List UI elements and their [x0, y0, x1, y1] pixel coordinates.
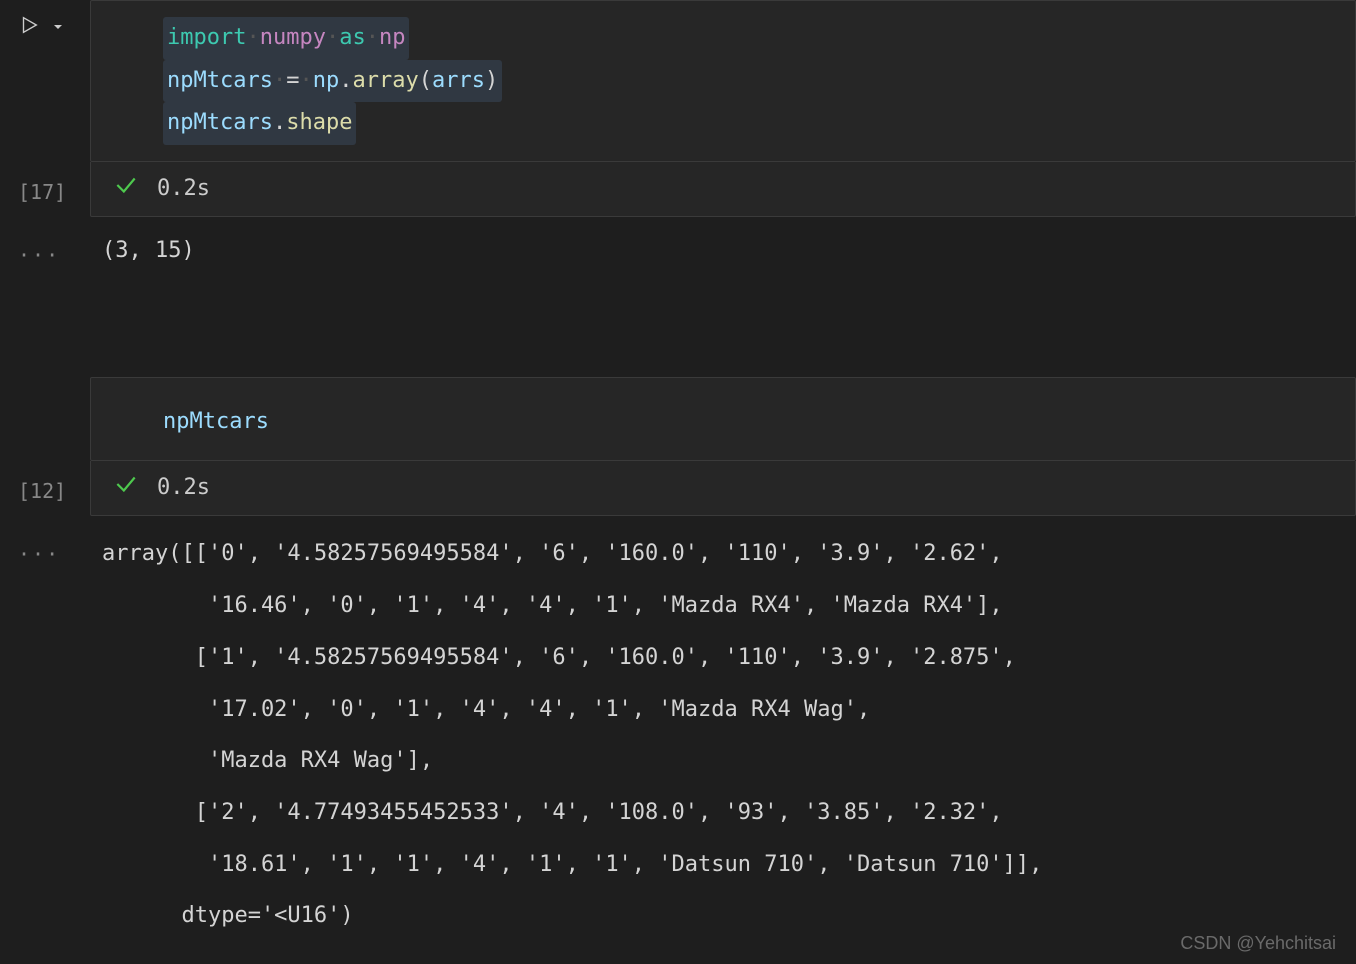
cell-2-gutter-controls	[0, 377, 90, 391]
ellipsis-icon[interactable]: ···	[18, 235, 60, 267]
cell-spacer	[0, 337, 1356, 377]
cell-1: import·numpy·as·np npMtcars·=·np.array(a…	[0, 0, 1356, 337]
namespace: np	[313, 68, 340, 93]
variable: npMtcars	[167, 68, 273, 93]
cell-1-code-editor[interactable]: import·numpy·as·np npMtcars·=·np.array(a…	[90, 0, 1356, 162]
cell-2-code-editor[interactable]: npMtcars	[90, 377, 1356, 462]
cell-2: npMtcars [12] 0.2s ··· array([['0', '4.5…	[0, 377, 1356, 962]
cell-2-output-gutter: ···	[0, 516, 90, 566]
function-call: array	[352, 68, 418, 93]
keyword-import: import	[167, 25, 246, 50]
notebook: import·numpy·as·np npMtcars·=·np.array(a…	[0, 0, 1356, 962]
variable: npMtcars	[167, 110, 273, 135]
operator-equals: =	[286, 68, 299, 93]
chevron-down-icon[interactable]	[50, 16, 66, 40]
execution-count: [12]	[18, 479, 66, 503]
cell-1-exec-count: [17]	[0, 162, 90, 204]
property: shape	[286, 110, 352, 135]
execution-time: 0.2s	[157, 176, 210, 201]
ellipsis-icon[interactable]: ···	[18, 534, 60, 566]
cell-2-output: array([['0', '4.58257569495584', '6', '1…	[90, 516, 1356, 962]
execution-count: [17]	[18, 180, 66, 204]
cell-2-exec-count: [12]	[0, 461, 90, 503]
watermark: CSDN @Yehchitsai	[1180, 933, 1336, 954]
success-check-icon	[113, 471, 139, 503]
success-check-icon	[113, 172, 139, 204]
module-name: numpy	[260, 25, 326, 50]
execution-time: 0.2s	[157, 475, 210, 500]
run-cell-icon[interactable]	[18, 14, 40, 41]
argument: arrs	[432, 68, 485, 93]
cell-1-output: (3, 15)	[90, 217, 1356, 337]
cell-1-output-gutter: ···	[0, 217, 90, 267]
variable: npMtcars	[163, 409, 269, 434]
alias-name: np	[379, 25, 406, 50]
cell-2-status-bar: 0.2s	[90, 461, 1356, 516]
cell-1-status-bar: 0.2s	[90, 162, 1356, 217]
cell-1-gutter-controls	[0, 0, 90, 41]
keyword-as: as	[339, 25, 366, 50]
